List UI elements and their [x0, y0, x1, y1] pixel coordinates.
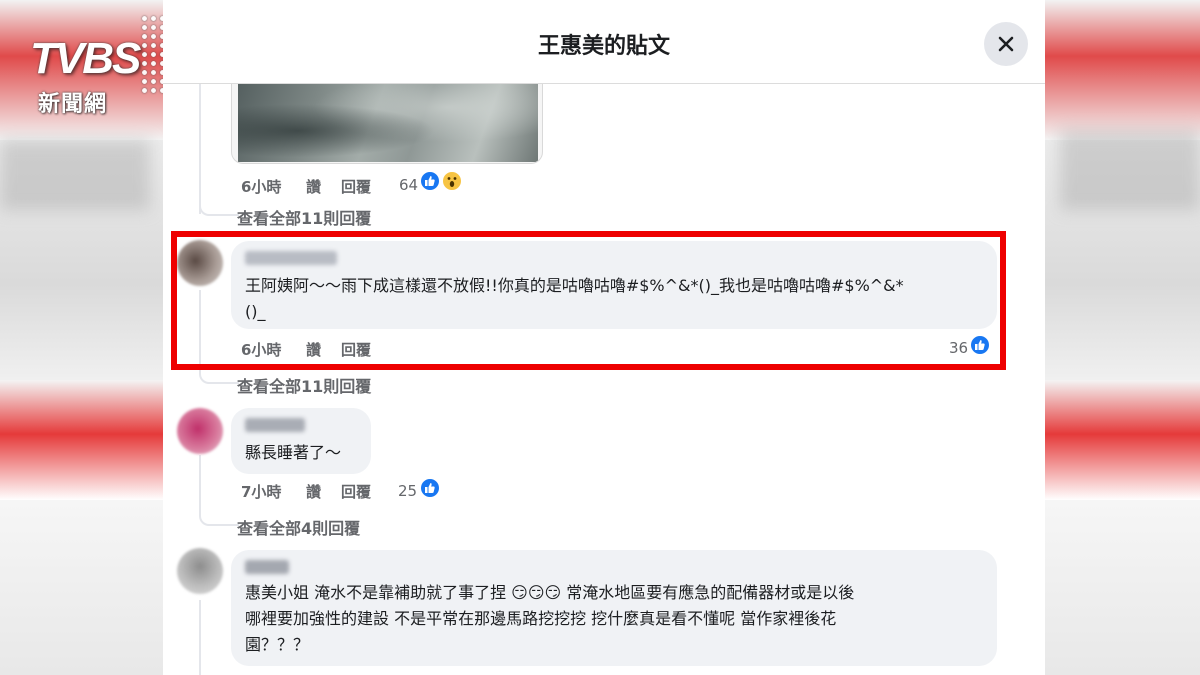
comment-time[interactable]: 6小時	[241, 176, 281, 197]
view-all-replies-link[interactable]: 查看全部4則回覆	[237, 515, 360, 539]
close-icon	[998, 36, 1014, 52]
thread-connector	[199, 372, 239, 384]
avatar[interactable]	[177, 548, 223, 594]
background-blur	[1060, 130, 1200, 210]
dialog-header: 王惠美的貼文	[163, 0, 1045, 84]
comment-text-line: 哪裡要加強性的建設 不是平常在那邊馬路挖挖挖 挖什麼真是看不懂呢 當作家裡後花	[245, 609, 837, 628]
flood-photo	[238, 84, 538, 162]
view-all-replies-link[interactable]: 查看全部11則回覆	[237, 373, 371, 397]
wow-icon	[441, 170, 463, 192]
thread-line	[199, 455, 201, 515]
dialog-title: 王惠美的貼文	[537, 34, 670, 59]
reply-button[interactable]: 回覆	[341, 481, 371, 502]
background-blur	[0, 140, 150, 210]
comment-text: 縣長睡著了～	[245, 443, 342, 462]
avatar[interactable]	[177, 408, 223, 454]
like-button[interactable]: 讚	[306, 176, 321, 197]
comment-author-blurred[interactable]	[245, 560, 289, 574]
close-button[interactable]	[984, 22, 1028, 66]
reaction-count[interactable]: 64	[399, 176, 418, 194]
comment-author-blurred[interactable]	[245, 418, 305, 432]
thread-connector	[199, 204, 239, 216]
reaction-count[interactable]: 25	[398, 482, 417, 500]
comment-text-line: 惠美小姐 淹水不是靠補助就了事了捏 😏😏😏 常淹水地區要有應急的配備器材或是以後	[245, 583, 855, 602]
like-icon	[419, 477, 441, 499]
logo-subtitle: 新聞網	[38, 92, 108, 117]
comment-bubble: 惠美小姐 淹水不是靠補助就了事了捏 😏😏😏 常淹水地區要有應急的配備器材或是以後…	[231, 550, 997, 666]
comment-photo[interactable]	[231, 84, 543, 164]
comment-time[interactable]: 7小時	[241, 481, 281, 502]
like-icon	[419, 170, 441, 192]
thread-line	[199, 600, 201, 675]
logo-brand: TVBS	[30, 34, 141, 83]
highlight-frame	[171, 231, 1006, 370]
view-all-replies-link[interactable]: 查看全部11則回覆	[237, 205, 371, 229]
reply-button[interactable]: 回覆	[341, 176, 371, 197]
comment-text: 惠美小姐 淹水不是靠補助就了事了捏 😏😏😏 常淹水地區要有應急的配備器材或是以後…	[245, 580, 997, 658]
comment-text-line: 園？？？	[245, 635, 310, 654]
comment-bubble: 縣長睡著了～	[231, 408, 371, 474]
thread-line	[199, 84, 201, 214]
like-button[interactable]: 讚	[306, 481, 321, 502]
thread-connector	[199, 514, 239, 526]
